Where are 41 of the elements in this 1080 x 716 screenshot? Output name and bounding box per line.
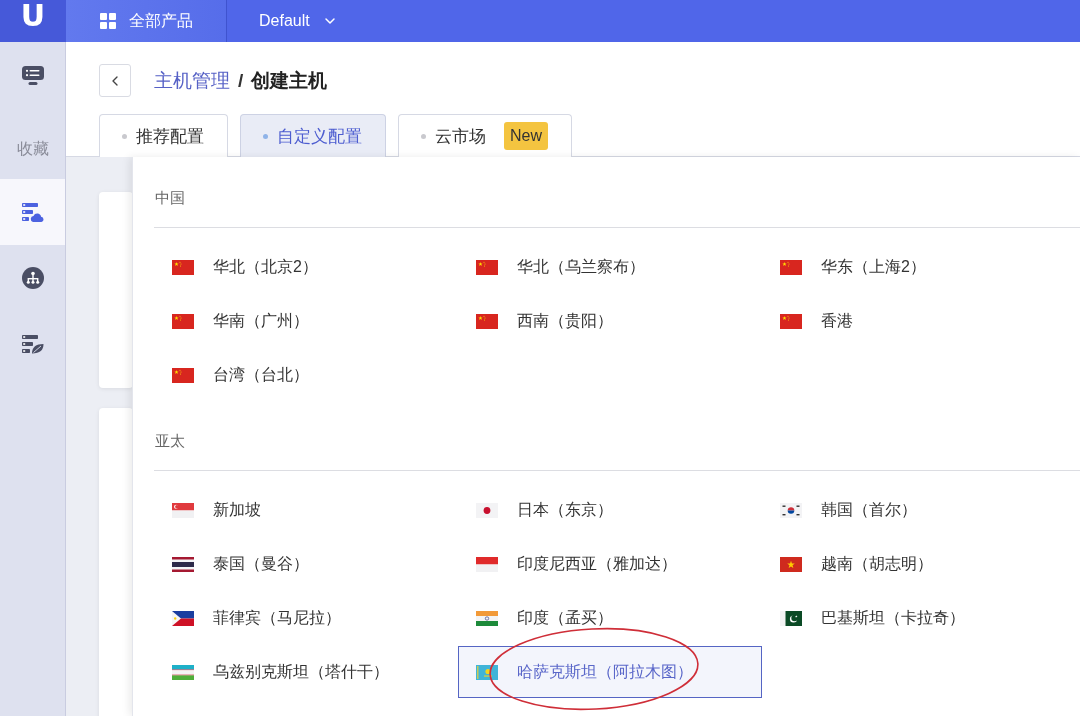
uzbekistan-flag-icon (172, 664, 194, 680)
china-flag-icon (780, 313, 802, 329)
japan-flag-icon (476, 502, 498, 518)
indonesia-flag-icon (476, 556, 498, 572)
breadcrumb-link[interactable]: 主机管理 (154, 67, 230, 94)
server-cloud-icon (21, 202, 44, 222)
project-dropdown[interactable]: Default (227, 0, 338, 42)
tab[interactable]: 推荐配置 (99, 114, 228, 157)
dot-icon (421, 133, 426, 139)
status-badge: New (504, 122, 548, 150)
breadcrumb-separator: / (237, 69, 245, 92)
breadcrumb-current: 创建主机 (251, 68, 328, 93)
philippines-flag-icon (172, 610, 194, 626)
china-flag-icon (476, 259, 498, 275)
dot-icon (263, 133, 268, 139)
india-flag-icon (476, 610, 498, 626)
tab[interactable]: 自定义配置 (240, 114, 386, 157)
region-option[interactable]: 哈萨克斯坦（阿拉木图） (458, 646, 762, 698)
network-icon (21, 267, 44, 289)
dot-icon (122, 133, 127, 139)
products-menu-button[interactable]: 全部产品 (66, 0, 227, 42)
china-flag-icon (172, 313, 194, 329)
korea-flag-icon (780, 502, 802, 518)
grid-icon (100, 13, 116, 29)
section-heading: 中国 (154, 158, 1080, 228)
kazakhstan-flag-icon (476, 664, 498, 680)
pakistan-flag-icon (780, 610, 802, 626)
favorites-label: 收藏 (16, 139, 49, 159)
section-heading: 亚太 (154, 401, 1080, 471)
china-flag-icon (172, 367, 194, 383)
china-flag-icon (172, 259, 194, 275)
thailand-flag-icon (172, 556, 194, 572)
tab[interactable]: 云市场 New (398, 114, 572, 157)
sidebar-item[interactable] (0, 179, 65, 245)
china-flag-icon (780, 259, 802, 275)
server-leaf-icon (21, 334, 44, 354)
monitor-icon (21, 65, 44, 85)
vietnam-flag-icon (780, 556, 802, 572)
singapore-flag-icon (172, 502, 194, 518)
logo-text: U (20, 0, 46, 32)
china-flag-icon (476, 313, 498, 329)
